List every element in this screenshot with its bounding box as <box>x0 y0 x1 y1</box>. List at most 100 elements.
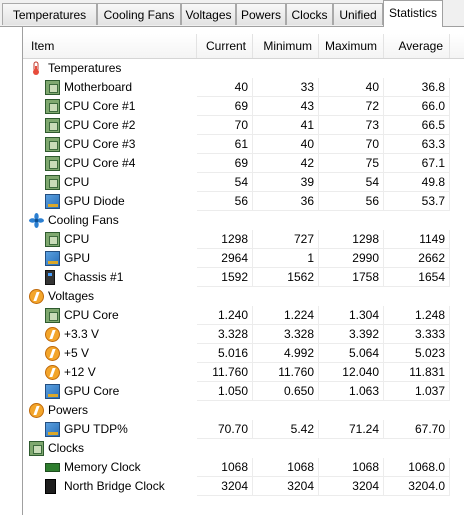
maximum-value: 73 <box>319 116 384 135</box>
column-item[interactable]: Item <box>23 34 197 58</box>
minimum-value: 3.328 <box>253 325 319 344</box>
minimum-value: 36 <box>253 192 319 211</box>
item-label: Chassis #1 <box>64 270 124 284</box>
tab-bar: Temperatures Cooling Fans Voltages Power… <box>0 0 464 27</box>
tab-clocks[interactable]: Clocks <box>286 3 333 25</box>
minimum-value: 1068 <box>253 458 319 477</box>
average-value: 1654 <box>384 268 450 287</box>
gpu-card-icon <box>45 422 60 437</box>
group-row[interactable]: Clocks <box>23 439 464 458</box>
item-label: GPU TDP% <box>64 422 128 436</box>
current-value: 69 <box>197 97 253 116</box>
item-label: +12 V <box>64 365 96 379</box>
table-row[interactable]: GPU Core 1.050 0.650 1.063 1.037 <box>23 382 464 401</box>
item-label: CPU Core #4 <box>64 156 136 170</box>
table-row[interactable]: CPU Core #3 61 40 70 63.3 <box>23 135 464 154</box>
minimum-value: 1 <box>253 249 319 268</box>
table-row[interactable]: CPU Core 1.240 1.224 1.304 1.248 <box>23 306 464 325</box>
table-row[interactable]: +5 V 5.016 4.992 5.064 5.023 <box>23 344 464 363</box>
table-row[interactable]: GPU Diode 56 36 56 53.7 <box>23 192 464 211</box>
cpu-chip-icon <box>45 137 60 152</box>
column-maximum[interactable]: Maximum <box>319 34 384 58</box>
maximum-value: 72 <box>319 97 384 116</box>
minimum-value: 42 <box>253 154 319 173</box>
minimum-value: 727 <box>253 230 319 249</box>
group-row[interactable]: Powers <box>23 401 464 420</box>
table-row[interactable]: +3.3 V 3.328 3.328 3.392 3.333 <box>23 325 464 344</box>
column-minimum[interactable]: Minimum <box>253 34 319 58</box>
group-row[interactable]: Temperatures <box>23 59 464 78</box>
average-value: 1149 <box>384 230 450 249</box>
maximum-value: 1758 <box>319 268 384 287</box>
table-row[interactable]: CPU 54 39 54 49.8 <box>23 173 464 192</box>
current-value: 1592 <box>197 268 253 287</box>
item-label: Motherboard <box>64 80 133 94</box>
maximum-value: 40 <box>319 78 384 97</box>
minimum-value: 1562 <box>253 268 319 287</box>
column-average[interactable]: Average <box>384 34 450 58</box>
table-row[interactable]: +12 V 11.760 11.760 12.040 11.831 <box>23 363 464 382</box>
maximum-value: 1.304 <box>319 306 384 325</box>
table-row[interactable]: CPU Core #1 69 43 72 66.0 <box>23 97 464 116</box>
table-row[interactable]: Chassis #1 1592 1562 1758 1654 <box>23 268 464 287</box>
average-value: 36.8 <box>384 78 450 97</box>
tab-statistics[interactable]: Statistics <box>383 0 443 27</box>
current-value: 2964 <box>197 249 253 268</box>
item-label: CPU Core <box>64 308 119 322</box>
column-current[interactable]: Current <box>197 34 253 58</box>
average-value: 3204.0 <box>384 477 450 496</box>
thermometer-icon <box>29 61 44 76</box>
average-value: 49.8 <box>384 173 450 192</box>
minimum-value: 1.224 <box>253 306 319 325</box>
maximum-value: 3204 <box>319 477 384 496</box>
item-label: North Bridge Clock <box>64 479 165 493</box>
tab-cooling-fans[interactable]: Cooling Fans <box>97 3 181 25</box>
item-label: CPU Core #1 <box>64 99 136 113</box>
average-value: 67.70 <box>384 420 450 439</box>
maximum-value: 54 <box>319 173 384 192</box>
table-row[interactable]: North Bridge Clock 3204 3204 3204 3204.0 <box>23 477 464 496</box>
minimum-value: 39 <box>253 173 319 192</box>
minimum-value: 0.650 <box>253 382 319 401</box>
current-value: 40 <box>197 78 253 97</box>
item-label: CPU Core #3 <box>64 137 136 151</box>
voltage-bolt-icon <box>45 346 60 361</box>
voltage-bolt-icon <box>29 403 44 418</box>
group-row[interactable]: Voltages <box>23 287 464 306</box>
statistics-panel: Item Current Minimum Maximum Average Tem… <box>22 27 464 515</box>
tab-unified[interactable]: Unified <box>333 3 383 25</box>
group-label: Cooling Fans <box>48 213 119 227</box>
table-row[interactable]: GPU 2964 1 2990 2662 <box>23 249 464 268</box>
table-row[interactable]: CPU Core #4 69 42 75 67.1 <box>23 154 464 173</box>
table-row[interactable]: CPU Core #2 70 41 73 66.5 <box>23 116 464 135</box>
group-row[interactable]: Cooling Fans <box>23 211 464 230</box>
average-value: 1.248 <box>384 306 450 325</box>
minimum-value: 40 <box>253 135 319 154</box>
left-margin <box>0 27 22 515</box>
maximum-value: 3.392 <box>319 325 384 344</box>
table-row[interactable]: GPU TDP% 70.70 5.42 71.24 67.70 <box>23 420 464 439</box>
voltage-bolt-icon <box>29 289 44 304</box>
cpu-chip-icon <box>45 232 60 247</box>
cpu-chip-icon <box>45 118 60 133</box>
tab-temperatures[interactable]: Temperatures <box>2 3 97 25</box>
tab-voltages[interactable]: Voltages <box>181 3 236 25</box>
gpu-card-icon <box>45 384 60 399</box>
maximum-value: 56 <box>319 192 384 211</box>
item-label: +3.3 V <box>64 327 100 341</box>
current-value: 70 <box>197 116 253 135</box>
current-value: 3.328 <box>197 325 253 344</box>
group-label: Clocks <box>48 441 85 455</box>
table-row[interactable]: Motherboard 40 33 40 36.8 <box>23 78 464 97</box>
maximum-value: 70 <box>319 135 384 154</box>
cpu-chip-icon <box>45 175 60 190</box>
tab-powers[interactable]: Powers <box>236 3 286 25</box>
average-value: 11.831 <box>384 363 450 382</box>
group-label: Powers <box>48 403 89 417</box>
cpu-chip-icon <box>45 308 60 323</box>
average-value: 5.023 <box>384 344 450 363</box>
minimum-value: 5.42 <box>253 420 319 439</box>
table-row[interactable]: Memory Clock 1068 1068 1068 1068.0 <box>23 458 464 477</box>
table-row[interactable]: CPU 1298 727 1298 1149 <box>23 230 464 249</box>
group-label: Voltages <box>48 289 95 303</box>
